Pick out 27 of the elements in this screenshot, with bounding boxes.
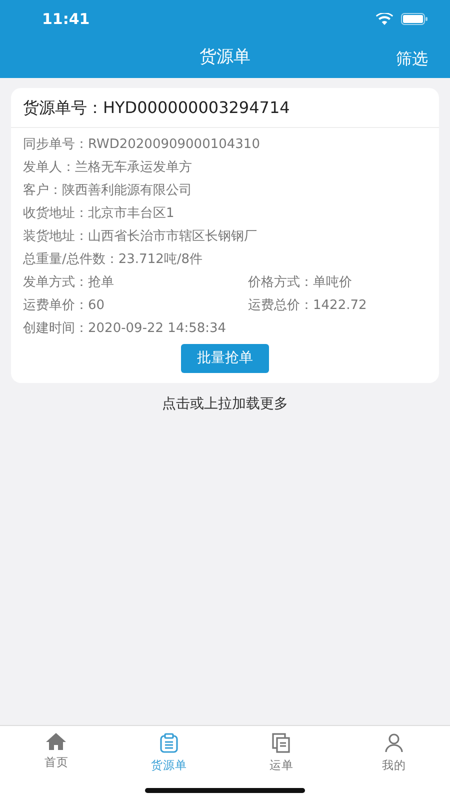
page-title: 货源单 [200, 46, 250, 70]
tab[interactable]: 首页 [0, 726, 112, 800]
info-field: 收货地址：北京市丰台区1 [23, 204, 427, 224]
info-field: 发单人：兰格无车承运发单方 [23, 158, 427, 178]
status-time: 11:41 [42, 8, 90, 30]
user-icon [384, 733, 403, 753]
batch-grab-button[interactable]: 批量抢单 [181, 344, 269, 373]
load-more-link[interactable]: 点击或上拉加载更多 [162, 394, 288, 415]
tab[interactable]: 我的 [338, 726, 450, 800]
info-field: 客户：陕西善利能源有限公司 [23, 180, 427, 200]
info-field: 总重量/总件数：23.712吨/8件 [23, 250, 427, 270]
info-field: 价格方式：单吨价 [248, 272, 450, 292]
filter-button[interactable]: 筛选 [396, 47, 428, 71]
clipboard-icon [160, 733, 178, 753]
documents-icon [272, 733, 290, 753]
battery-icon [401, 13, 428, 25]
wifi-icon [376, 13, 393, 25]
tab[interactable]: 货源单 [112, 726, 225, 800]
info-field: 运费总价：1422.72 [248, 296, 450, 316]
order-number: 货源单号：HYD000000003294714 [23, 98, 290, 117]
tab[interactable]: 运单 [225, 726, 338, 800]
info-field: 创建时间：2020-09-22 14:58:34 [23, 318, 427, 338]
info-field: 运费单价：60 [23, 296, 248, 316]
home-icon [46, 733, 66, 750]
info-field: 同步单号：RWD20200909000104310 [23, 134, 427, 154]
info-field: 装货地址：山西省长治市市辖区长钢钢厂 [23, 226, 427, 246]
info-field: 发单方式：抢单 [23, 272, 248, 292]
